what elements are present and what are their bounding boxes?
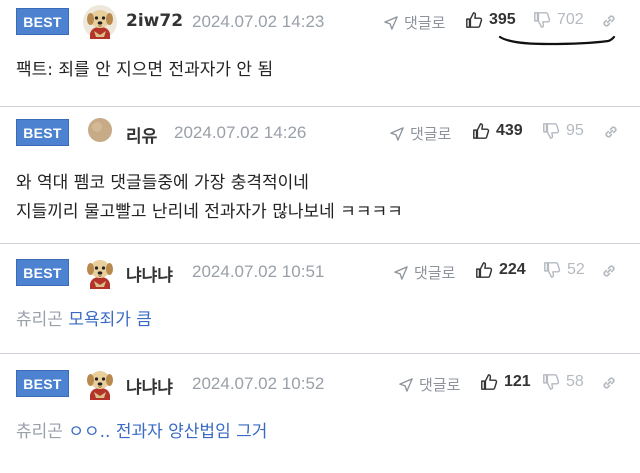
downvote-count: 58 bbox=[566, 373, 584, 390]
comment-datetime: 2024.07.02 10:52 bbox=[192, 374, 325, 393]
best-badge: BEST bbox=[16, 8, 69, 35]
upvote-button[interactable]: 224 bbox=[475, 261, 526, 279]
comment: BEST 냐냐냐 2024.07.02 10:52 댓글로 121 58 츄리곤… bbox=[0, 354, 640, 473]
upvote-button[interactable]: 395 bbox=[465, 11, 516, 29]
avatar[interactable] bbox=[82, 4, 118, 40]
upvote-count: 224 bbox=[499, 261, 526, 278]
reply-button[interactable]: 댓글로 bbox=[399, 374, 460, 395]
thumbs-down-icon bbox=[542, 373, 560, 391]
upvote-count: 439 bbox=[496, 122, 523, 139]
comment-body: 와 역대 펨코 댓글들중에 가장 충격적이네 지들끼리 물고빨고 난리네 전과자… bbox=[16, 169, 403, 227]
comment: BEST 리유 2024.07.02 14:26 댓글로 439 95 와 역대… bbox=[0, 107, 640, 243]
downvote-count: 702 bbox=[557, 11, 584, 28]
avatar[interactable] bbox=[84, 114, 116, 146]
comment-line: 지들끼리 물고빨고 난리네 전과자가 많나보네 ㅋㅋㅋㅋ bbox=[16, 202, 403, 222]
link-button[interactable] bbox=[600, 374, 618, 392]
thumbs-down-icon bbox=[542, 122, 560, 140]
upvote-button[interactable]: 121 bbox=[480, 373, 531, 391]
thumbs-down-icon bbox=[533, 11, 551, 29]
upvote-count: 395 bbox=[489, 11, 516, 28]
comment-body: 츄리곤 ㅇㅇ.. 전과자 양산법임 그거 bbox=[16, 418, 267, 447]
comment-datetime: 2024.07.02 14:23 bbox=[192, 12, 325, 31]
reply-content: 모욕죄가 큼 bbox=[68, 310, 152, 330]
nickname[interactable]: 냐냐냐 bbox=[126, 373, 173, 398]
thumbs-up-icon bbox=[480, 373, 498, 391]
reply-label: 댓글로 bbox=[410, 125, 452, 143]
default-avatar-icon bbox=[88, 118, 112, 142]
reply-label: 댓글로 bbox=[414, 264, 456, 282]
reply-button[interactable]: 댓글로 bbox=[390, 123, 451, 144]
nickname[interactable]: 리유 bbox=[126, 122, 157, 147]
link-button[interactable] bbox=[600, 262, 618, 280]
comment-line: 팩트: 죄를 안 지으면 전과자가 안 됨 bbox=[16, 60, 274, 80]
reply-arrow-icon bbox=[399, 378, 413, 392]
reply-label: 댓글로 bbox=[404, 14, 446, 32]
avatar[interactable] bbox=[82, 365, 118, 401]
link-icon bbox=[600, 12, 618, 30]
thumbs-down-icon bbox=[543, 261, 561, 279]
link-icon bbox=[600, 374, 618, 392]
comment: BEST 냐냐냐 2024.07.02 10:51 댓글로 224 52 츄리곤… bbox=[0, 244, 640, 353]
puppy-avatar-icon bbox=[82, 254, 118, 290]
reply-target-nickname[interactable]: 츄리곤 bbox=[16, 422, 63, 442]
thumbs-up-icon bbox=[465, 11, 483, 29]
reply-arrow-icon bbox=[394, 266, 408, 280]
comment-body: 팩트: 죄를 안 지으면 전과자가 안 됨 bbox=[16, 56, 273, 85]
thumbs-up-icon bbox=[475, 261, 493, 279]
comment-datetime: 2024.07.02 10:51 bbox=[192, 262, 325, 281]
comment-body: 츄리곤 모욕죄가 큼 bbox=[16, 306, 152, 335]
best-badge: BEST bbox=[16, 119, 69, 146]
upvote-button[interactable]: 439 bbox=[472, 122, 523, 140]
downvote-count: 52 bbox=[567, 261, 585, 278]
reply-target-nickname[interactable]: 츄리곤 bbox=[16, 310, 63, 330]
link-button[interactable] bbox=[602, 123, 620, 141]
reply-content: ㅇㅇ.. 전과자 양산법임 그거 bbox=[68, 422, 268, 442]
downvote-button[interactable]: 702 bbox=[533, 11, 584, 29]
puppy-avatar-icon bbox=[83, 5, 117, 40]
comment-line: 와 역대 펨코 댓글들중에 가장 충격적이네 bbox=[16, 173, 309, 193]
reply-button[interactable]: 댓글로 bbox=[394, 262, 455, 283]
downvote-count: 95 bbox=[566, 122, 584, 139]
reply-arrow-icon bbox=[390, 127, 404, 141]
upvote-count: 121 bbox=[504, 373, 531, 390]
nickname[interactable]: 2iw72 bbox=[126, 11, 183, 31]
downvote-button[interactable]: 58 bbox=[542, 373, 584, 391]
downvote-button[interactable]: 52 bbox=[543, 261, 585, 279]
link-icon bbox=[600, 262, 618, 280]
avatar[interactable] bbox=[82, 254, 118, 290]
best-badge: BEST bbox=[16, 259, 69, 286]
comment-datetime: 2024.07.02 14:26 bbox=[174, 123, 307, 142]
link-icon bbox=[602, 123, 620, 141]
reply-button[interactable]: 댓글로 bbox=[384, 12, 445, 33]
reply-label: 댓글로 bbox=[419, 376, 461, 394]
puppy-avatar-icon bbox=[82, 365, 118, 401]
link-button[interactable] bbox=[600, 12, 618, 30]
reply-arrow-icon bbox=[384, 16, 398, 30]
thumbs-up-icon bbox=[472, 122, 490, 140]
nickname[interactable]: 냐냐냐 bbox=[126, 261, 173, 286]
downvote-button[interactable]: 95 bbox=[542, 122, 584, 140]
comment: BEST 2iw72 2024.07.02 14:23 댓글로 395 702 … bbox=[0, 0, 640, 106]
best-badge: BEST bbox=[16, 370, 69, 397]
hand-drawn-underline bbox=[498, 35, 616, 46]
